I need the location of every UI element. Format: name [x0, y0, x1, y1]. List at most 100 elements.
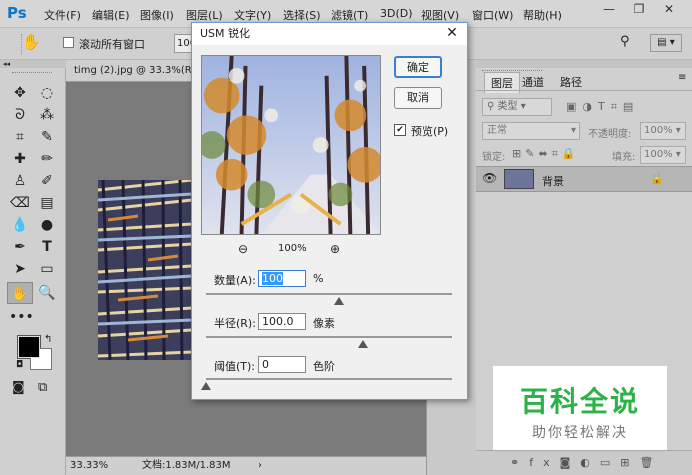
opacity-field[interactable]: 100% ▾ [640, 122, 686, 140]
watermark-subtitle: 助你轻松解决 [532, 425, 628, 441]
menu-item[interactable]: 3D(D) [380, 7, 413, 20]
radius-label: 半径(R): [214, 317, 256, 330]
threshold-input[interactable]: 0 [258, 356, 306, 373]
watermark-title: 百科全说 [519, 385, 640, 418]
radius-input[interactable]: 100.0 [258, 313, 306, 330]
crop-tool-icon[interactable]: ⌗ [9, 126, 31, 148]
radius-slider-track[interactable] [206, 336, 452, 338]
minimize-button[interactable]: — [596, 0, 622, 18]
layer-name[interactable]: 背景 [542, 173, 564, 189]
workspace-switcher[interactable]: ▤ ▾ [650, 34, 682, 52]
rectangle-tool-icon[interactable]: ▭ [36, 258, 58, 280]
threshold-slider-track[interactable] [206, 378, 452, 380]
panel-menu-icon[interactable]: ≡ [678, 72, 686, 83]
layer-kind-filter[interactable]: ⚲ 类型 ▾ [482, 98, 552, 116]
layer-actions-bar[interactable]: ⚭fx◙◐▭⊞🗑 [476, 450, 692, 475]
brush-tool-icon[interactable]: ✏ [36, 148, 58, 170]
menu-item[interactable]: 编辑(E) [92, 7, 130, 23]
move-tool-icon[interactable]: ✥ [9, 82, 31, 104]
menu-item[interactable]: 文字(Y) [234, 7, 271, 23]
amount-slider-thumb[interactable] [333, 297, 344, 305]
menu-item[interactable]: 文件(F) [44, 7, 81, 23]
radius-slider-thumb[interactable] [358, 340, 369, 348]
threshold-label: 阈值(T): [214, 360, 256, 373]
dialog-title: USM 锐化 [192, 23, 467, 45]
fill-label: 填充: [612, 152, 636, 163]
zoom-in-icon[interactable]: ⊕ [330, 242, 340, 256]
menu-item[interactable]: 视图(V) [421, 7, 459, 23]
lock-icons[interactable]: ⊞✎⬌⌗🔒 [512, 147, 580, 161]
layer-lock-icon: 🔒 [650, 172, 664, 185]
magic-wand-icon[interactable]: ⁂ [36, 104, 58, 126]
hand-tool-icon[interactable]: ✋ [22, 33, 41, 51]
preview-label: 预览(P) [411, 125, 449, 138]
scroll-all-label: 滚动所有窗口 [79, 38, 145, 51]
amount-label: 数量(A): [214, 274, 256, 287]
lasso-tool-icon[interactable]: ᘐ [9, 104, 31, 126]
toolbar-grip[interactable] [12, 72, 52, 75]
filter-icons[interactable]: ▣◑T⌗▤ [566, 100, 639, 114]
threshold-slider-thumb[interactable] [201, 382, 211, 390]
threshold-unit: 色阶 [313, 360, 335, 373]
gradient-icon[interactable]: ▤ [36, 192, 58, 214]
menu-item[interactable]: 图像(I) [140, 7, 174, 23]
unsharp-mask-dialog: USM 锐化 ✕ ⊖ 100% ⊕ 确定 取消 ✔ 预览(P) 数量(A): 1… [191, 22, 468, 400]
tools-panel: ◂◂ ✥ ◌ ᘐ ⁂ ⌗ ✎ ✚ ✏ ♙ ✐ ⌫ ▤ 💧 ● ✒ T ➤ ▭ ✋… [0, 60, 66, 475]
hand-tool-icon[interactable]: ✋ [7, 282, 33, 304]
scroll-all-checkbox[interactable] [63, 37, 74, 48]
amount-slider-track[interactable] [206, 293, 452, 295]
radius-unit: 像素 [313, 317, 335, 330]
toolbar-header[interactable]: ◂◂ [0, 60, 66, 68]
dialog-close-icon[interactable]: ✕ [443, 24, 461, 42]
lock-label: 锁定: [482, 152, 506, 163]
foreground-color-front[interactable] [18, 336, 40, 358]
preview-checkbox[interactable]: ✔ [394, 124, 406, 136]
fill-field[interactable]: 100% ▾ [640, 146, 686, 164]
menu-item[interactable]: 窗口(W) [472, 7, 513, 23]
tab-paths[interactable]: 路径 [560, 74, 582, 90]
close-window-button[interactable]: ✕ [656, 0, 682, 18]
status-menu-arrow[interactable]: › [258, 457, 262, 475]
eyedropper-icon[interactable]: ✎ [36, 126, 58, 148]
restore-button[interactable]: ❐ [626, 0, 652, 18]
tab-divider [476, 90, 692, 91]
blur-tool-icon[interactable]: 💧 [9, 214, 31, 236]
filter-preview[interactable] [201, 55, 381, 235]
menu-item[interactable]: 滤镜(T) [331, 7, 368, 23]
zoom-level[interactable]: 33.33% [70, 457, 108, 475]
dodge-tool-icon[interactable]: ● [36, 214, 58, 236]
document-info: 文档:1.83M/1.83M [142, 460, 231, 471]
zoom-out-icon[interactable]: ⊖ [238, 242, 248, 256]
menu-item[interactable]: 选择(S) [283, 7, 321, 23]
zoom-tool-icon[interactable]: 🔍 [36, 282, 58, 304]
history-brush-icon[interactable]: ✐ [36, 170, 58, 192]
document-tab[interactable]: timg (2).jpg @ 33.3%(RG [66, 60, 196, 82]
menu-item[interactable]: 帮助(H) [523, 7, 562, 23]
swap-colors-icon[interactable]: ↰ [44, 334, 52, 345]
pen-tool-icon[interactable]: ✒ [9, 236, 31, 258]
type-tool-icon[interactable]: T [36, 236, 58, 258]
cancel-button[interactable]: 取消 [394, 87, 442, 109]
screen-mode-icon[interactable]: ⧉ [38, 380, 47, 395]
quick-mask-icon[interactable]: ◙ [12, 380, 25, 395]
more-tools-icon[interactable]: ••• [9, 306, 34, 328]
blend-mode-select[interactable]: 正常 ▾ [482, 122, 580, 140]
document-image [98, 180, 192, 360]
path-selection-icon[interactable]: ➤ [9, 258, 31, 280]
panel-header[interactable] [476, 60, 692, 68]
app-logo: Ps [7, 4, 27, 22]
visibility-eye-icon[interactable]: 👁 [482, 171, 497, 185]
search-icon[interactable]: ⚲ [620, 34, 630, 49]
marquee-tool-icon[interactable]: ◌ [36, 82, 58, 104]
layer-row[interactable]: 👁 背景 🔒 [476, 166, 692, 192]
tab-channels[interactable]: 通道 [522, 74, 544, 90]
eraser-icon[interactable]: ⌫ [9, 192, 31, 214]
fill-value: 100% [644, 149, 673, 160]
ok-button[interactable]: 确定 [394, 56, 442, 78]
clone-stamp-icon[interactable]: ♙ [9, 170, 31, 192]
grip-handle[interactable] [8, 34, 22, 54]
healing-brush-icon[interactable]: ✚ [9, 148, 31, 170]
amount-input[interactable]: 100 [258, 270, 306, 287]
default-colors-icon[interactable]: ◘ [16, 360, 23, 370]
menu-item[interactable]: 图层(L) [186, 7, 223, 23]
